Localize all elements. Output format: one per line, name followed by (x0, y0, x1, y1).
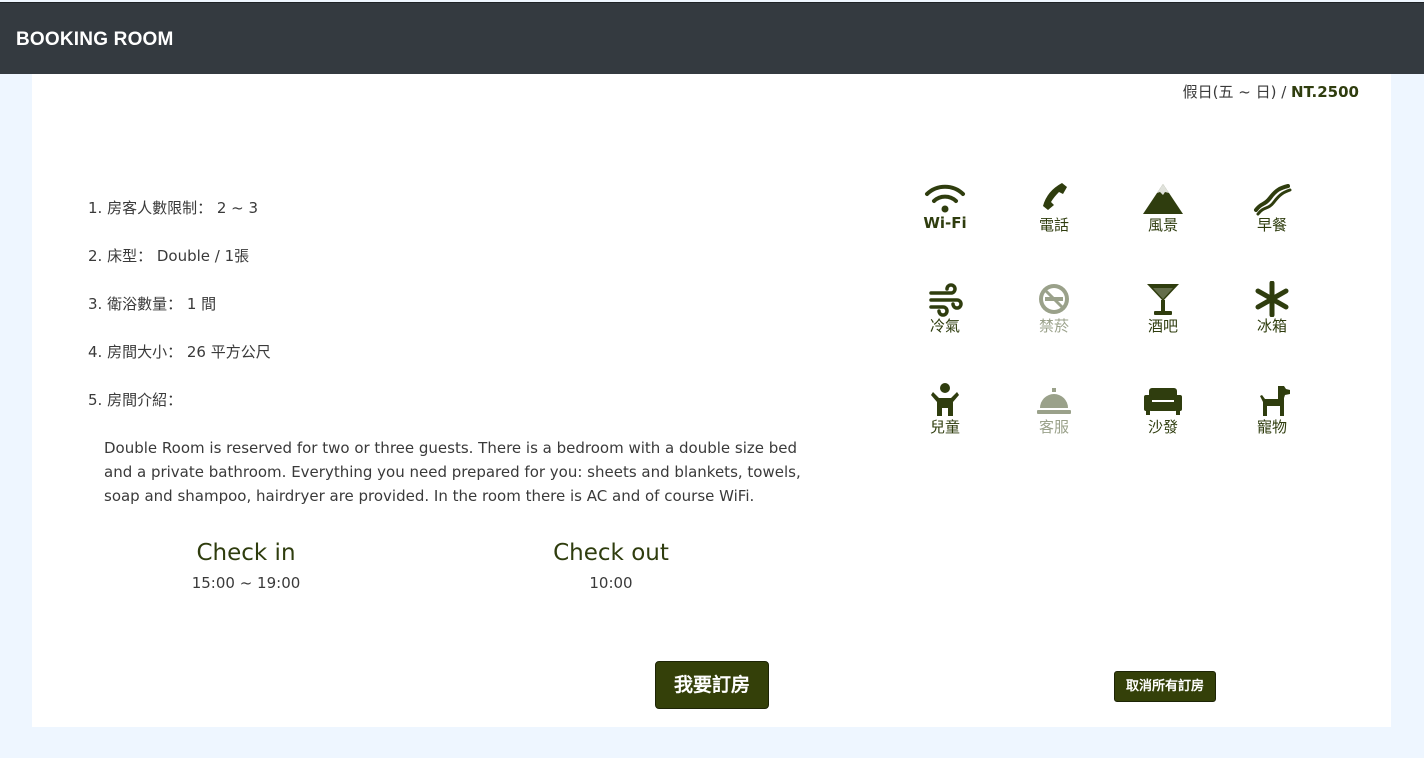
spec-bed-type: 2. 床型： Double / 1張 (88, 247, 250, 265)
amenity-service: 客服 (999, 382, 1109, 437)
check-in-title: Check in (196, 540, 296, 566)
phone-icon (1043, 183, 1067, 210)
amenity-ac: 冷氣 (890, 281, 1000, 336)
room-specs-list: 1. 房客人數限制： 2 ~ 3 2. 床型： Double / 1張 3. 衛… (88, 198, 271, 438)
amenity-pets: 寵物 (1217, 382, 1327, 437)
snowflake-icon (1255, 281, 1289, 317)
cancel-all-bookings-button[interactable]: 取消所有訂房 (1114, 671, 1216, 702)
amenity-fridge: 冰箱 (1217, 281, 1327, 336)
amenity-no-smoking: 禁菸 (999, 281, 1109, 336)
check-in-block: Check in 15:00 ~ 19:00 (182, 540, 310, 592)
amenity-label: 沙發 (1147, 418, 1178, 436)
check-out-block: Check out 10:00 (542, 540, 680, 592)
dog-icon (1260, 386, 1290, 416)
spec-description-heading: 5. 房間介紹： (88, 391, 183, 409)
wifi-icon (925, 184, 965, 213)
amenity-sofa: 沙發 (1108, 382, 1218, 437)
amenity-label: 酒吧 (1147, 317, 1178, 335)
room-detail-card: 假日(五 ~ 日) / NT.2500 1. 房客人數限制： 2 ~ 3 2. … (32, 74, 1391, 727)
check-in-time: 15:00 ~ 19:00 (191, 574, 301, 592)
amenity-breakfast: 早餐 (1217, 180, 1327, 235)
amenity-label: 風景 (1147, 216, 1178, 234)
bacon-icon (1254, 184, 1292, 216)
cocktail-icon (1147, 284, 1179, 315)
amenity-phone: 電話 (999, 180, 1109, 235)
price-label: 假日(五 ~ 日) / (1182, 83, 1292, 101)
amenity-bar: 酒吧 (1108, 281, 1218, 336)
amenity-label: 寵物 (1256, 418, 1287, 436)
concierge-bell-icon (1037, 388, 1071, 414)
navbar: BOOKING ROOM (0, 2, 1424, 74)
amenity-label: 客服 (1038, 418, 1069, 436)
spec-bathrooms: 3. 衛浴數量： 1 間 (88, 295, 217, 313)
no-smoking-icon (1039, 284, 1069, 314)
amenity-label: 冰箱 (1256, 317, 1287, 335)
amenity-view: 風景 (1108, 180, 1218, 235)
amenity-label: 早餐 (1256, 216, 1287, 234)
price-info: 假日(五 ~ 日) / NT.2500 (1183, 81, 1359, 102)
mountain-icon (1143, 184, 1183, 214)
wind-icon (929, 283, 963, 317)
price-amount: NT.2500 (1291, 83, 1359, 101)
spec-guest-limit: 1. 房客人數限制： 2 ~ 3 (88, 199, 259, 217)
room-description: Double Room is reserved for two or three… (104, 439, 801, 505)
book-room-button[interactable]: 我要訂房 (655, 661, 769, 709)
amenity-label: 禁菸 (1038, 317, 1069, 335)
check-out-title: Check out (553, 540, 669, 566)
spec-room-size: 4. 房間大小： 26 平方公尺 (88, 343, 271, 361)
amenity-label: 冷氣 (929, 317, 960, 335)
amenity-wifi: Wi-Fi (890, 180, 1000, 232)
amenity-label: 電話 (1038, 216, 1069, 234)
amenity-label: Wi-Fi (923, 214, 967, 232)
amenity-children: 兒童 (890, 382, 1000, 437)
check-out-time: 10:00 (589, 574, 633, 592)
couch-icon (1144, 388, 1182, 415)
child-icon (931, 383, 959, 416)
brand-title[interactable]: BOOKING ROOM (16, 29, 174, 51)
amenity-label: 兒童 (929, 418, 960, 436)
